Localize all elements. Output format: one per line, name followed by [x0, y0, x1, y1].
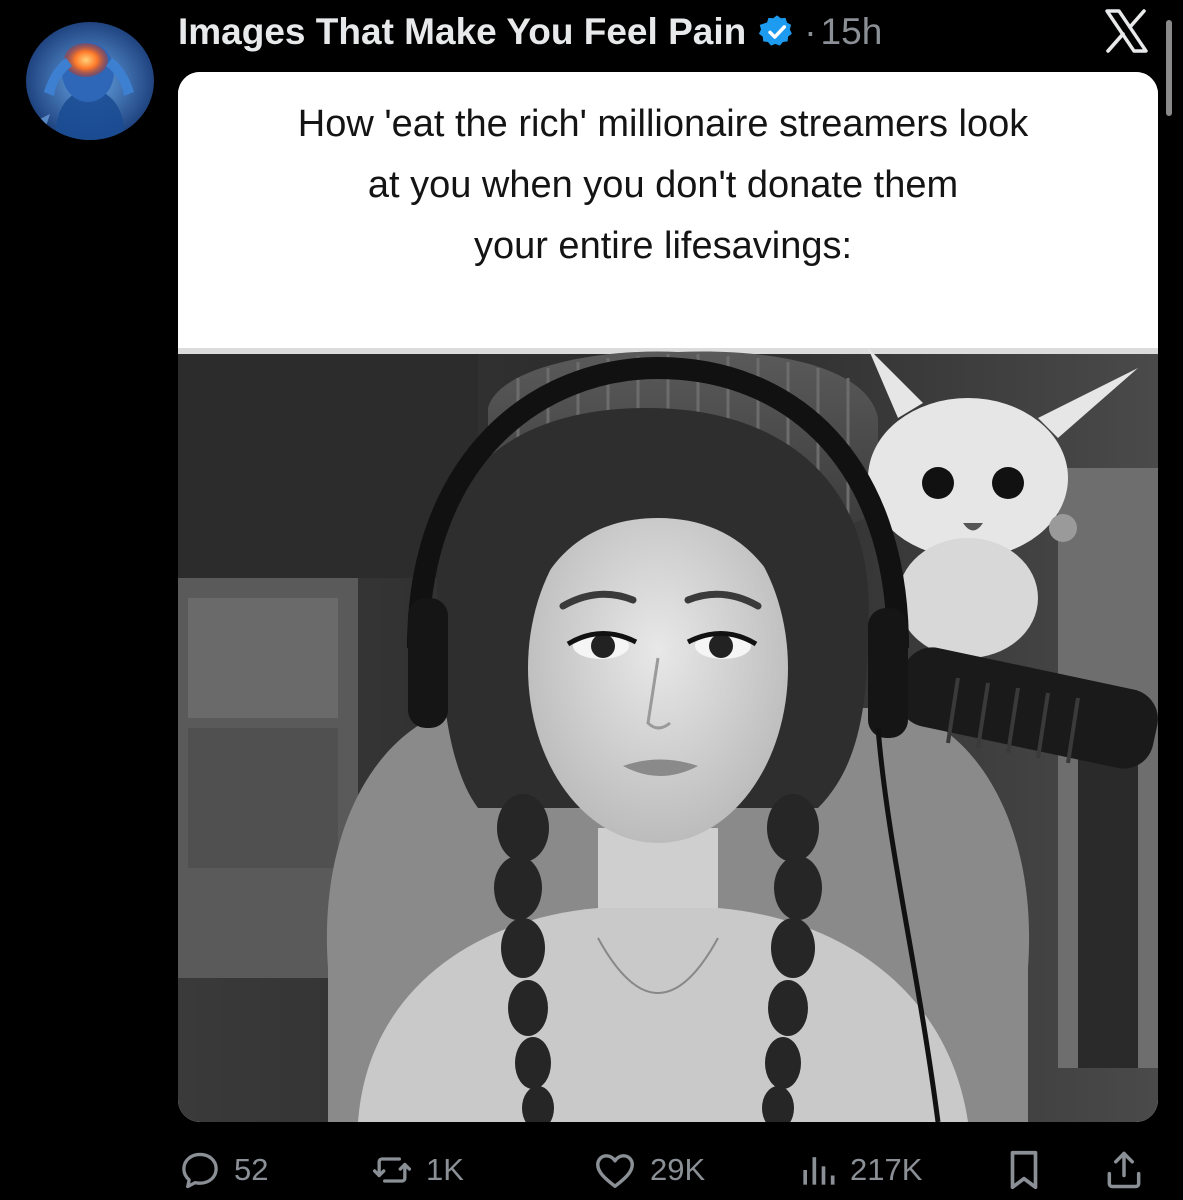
- verified-badge-icon[interactable]: [758, 13, 796, 51]
- repost-arrows-icon: [372, 1157, 412, 1183]
- post-header: Images That Make You Feel Pain · 15h: [178, 6, 882, 58]
- repost-button[interactable]: 1K: [370, 1142, 464, 1198]
- reply-count: 52: [234, 1152, 269, 1187]
- meme-photo: [178, 348, 1158, 1122]
- share-upload-icon: [1107, 1151, 1141, 1189]
- scrollbar[interactable]: [1166, 20, 1172, 116]
- separator-dot: ·: [804, 11, 817, 52]
- share-button[interactable]: [1102, 1142, 1146, 1198]
- x-logo-icon[interactable]: [1103, 8, 1149, 54]
- avatar-image: [26, 22, 154, 140]
- views-bars-icon: [803, 1157, 835, 1185]
- avatar[interactable]: [26, 22, 154, 140]
- meme-caption-area: How 'eat the rich' millionaire streamers…: [178, 72, 1158, 348]
- meme-caption: How 'eat the rich' millionaire streamers…: [188, 94, 1138, 277]
- post-media[interactable]: How 'eat the rich' millionaire streamers…: [178, 72, 1158, 1122]
- caption-line: your entire lifesavings:: [473, 225, 853, 267]
- views-button[interactable]: 217K: [798, 1142, 922, 1198]
- views-count: 217K: [850, 1152, 923, 1187]
- repost-count: 1K: [426, 1152, 464, 1187]
- like-button[interactable]: 29K: [592, 1142, 705, 1198]
- display-name[interactable]: Images That Make You Feel Pain: [178, 11, 746, 53]
- reply-button[interactable]: 52: [178, 1142, 268, 1198]
- like-count: 29K: [650, 1152, 706, 1187]
- post-time[interactable]: 15h: [821, 11, 883, 53]
- bookmark-icon: [1010, 1150, 1038, 1190]
- caption-line: How 'eat the rich' millionaire streamers…: [297, 103, 1029, 145]
- reply-bubble-icon: [182, 1152, 218, 1189]
- heart-icon: [596, 1154, 634, 1189]
- action-bar: 52 1K 29K 217K: [178, 1142, 1168, 1198]
- bookmark-button[interactable]: [1004, 1142, 1044, 1198]
- caption-line: at you when you don't donate them: [367, 164, 959, 206]
